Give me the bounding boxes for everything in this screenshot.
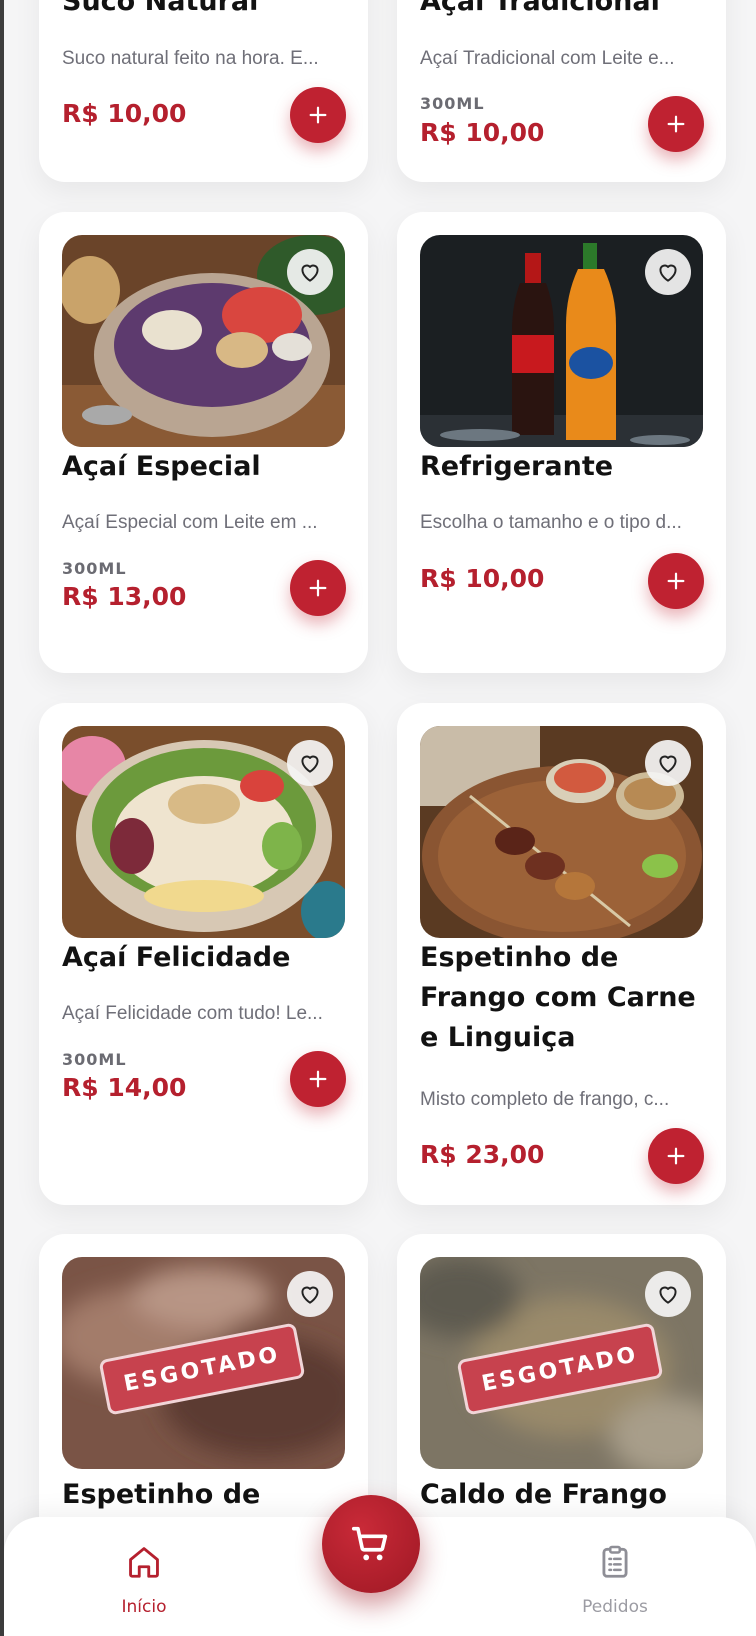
product-card[interactable]: Açaí Especial Açaí Especial com Leite em…	[39, 212, 368, 673]
product-title: Açaí Felicidade	[62, 942, 291, 973]
nav-orders-label: Pedidos	[582, 1597, 648, 1617]
product-card[interactable]: Refrigerante Escolha o tamanho e o tipo …	[397, 212, 726, 673]
product-title: Açaí Especial	[62, 451, 261, 482]
favorite-button[interactable]	[645, 1271, 691, 1317]
favorite-button[interactable]	[645, 740, 691, 786]
product-title: Refrigerante	[420, 451, 614, 482]
product-description: Açaí Especial com Leite em ...	[62, 512, 318, 533]
plus-icon	[309, 106, 327, 124]
plus-icon	[667, 572, 685, 590]
product-price: R$ 13,00	[62, 582, 187, 611]
favorite-button[interactable]	[645, 249, 691, 295]
heart-outline-icon	[659, 1286, 677, 1304]
nav-home-label: Início	[121, 1597, 167, 1617]
favorite-button[interactable]	[287, 249, 333, 295]
product-image[interactable]	[420, 235, 703, 447]
product-image[interactable]	[62, 235, 345, 447]
cart-button[interactable]	[322, 1495, 420, 1593]
add-to-cart-button[interactable]	[290, 87, 346, 143]
product-description: Suco natural feito na hora. E...	[62, 48, 319, 69]
plus-icon	[667, 115, 685, 133]
product-description: Misto completo de frango, c...	[420, 1089, 670, 1110]
product-price: R$ 10,00	[420, 564, 545, 593]
nav-orders[interactable]: Pedidos	[545, 1517, 685, 1636]
product-size: 300ML	[62, 1050, 127, 1069]
product-size: 300ML	[420, 94, 485, 113]
add-to-cart-button[interactable]	[648, 553, 704, 609]
heart-outline-icon	[301, 1286, 319, 1304]
cart-icon	[351, 1526, 388, 1561]
product-grid: Suco Natural Suco natural feito na hora.…	[4, 0, 756, 1636]
product-price: R$ 14,00	[62, 1073, 187, 1102]
heart-outline-icon	[659, 264, 677, 282]
product-price: R$ 10,00	[420, 118, 545, 147]
sold-out-badge: ESGOTADO	[456, 1322, 664, 1416]
plus-icon	[309, 579, 327, 597]
product-card[interactable]: Espetinho de Frango com Carne e Linguiça…	[397, 703, 726, 1205]
heart-outline-icon	[301, 755, 319, 773]
product-card[interactable]: Suco Natural Suco natural feito na hora.…	[39, 0, 368, 182]
product-description: Escolha o tamanho e o tipo d...	[420, 512, 682, 533]
plus-icon	[667, 1147, 685, 1165]
product-image[interactable]: ESGOTADO	[62, 1257, 345, 1469]
product-title: Espetinho de	[62, 1479, 261, 1510]
favorite-button[interactable]	[287, 1271, 333, 1317]
product-size: 300ML	[62, 559, 127, 578]
product-card[interactable]: ESGOTADO Espetinho de	[39, 1234, 368, 1554]
product-card[interactable]: Açaí Felicidade Açaí Felicidade com tudo…	[39, 703, 368, 1205]
nav-home[interactable]: Início	[74, 1517, 214, 1636]
product-image[interactable]	[62, 726, 345, 938]
product-image[interactable]: ESGOTADO	[420, 1257, 703, 1469]
add-to-cart-button[interactable]	[648, 1128, 704, 1184]
add-to-cart-button[interactable]	[290, 560, 346, 616]
add-to-cart-button[interactable]	[290, 1051, 346, 1107]
product-price: R$ 23,00	[420, 1140, 545, 1169]
favorite-button[interactable]	[287, 740, 333, 786]
heart-outline-icon	[301, 264, 319, 282]
sold-out-badge: ESGOTADO	[98, 1322, 306, 1416]
home-icon	[129, 1547, 159, 1578]
clipboard-list-icon	[602, 1545, 628, 1578]
product-title: Suco Natural	[62, 0, 259, 17]
heart-outline-icon	[659, 755, 677, 773]
product-title: Espetinho de Frango com Carne e Linguiça	[420, 942, 696, 1053]
product-price: R$ 10,00	[62, 99, 187, 128]
product-description: Açaí Felicidade com tudo! Le...	[62, 1003, 323, 1024]
product-title: Açaí Tradicional	[420, 0, 660, 17]
product-title: Caldo de Frango	[420, 1479, 667, 1510]
add-to-cart-button[interactable]	[648, 96, 704, 152]
plus-icon	[309, 1070, 327, 1088]
product-card[interactable]: ESGOTADO Caldo de Frango	[397, 1234, 726, 1554]
product-card[interactable]: Açaí Tradicional Açaí Tradicional com Le…	[397, 0, 726, 182]
product-description: Açaí Tradicional com Leite e...	[420, 48, 675, 69]
product-image[interactable]	[420, 726, 703, 938]
